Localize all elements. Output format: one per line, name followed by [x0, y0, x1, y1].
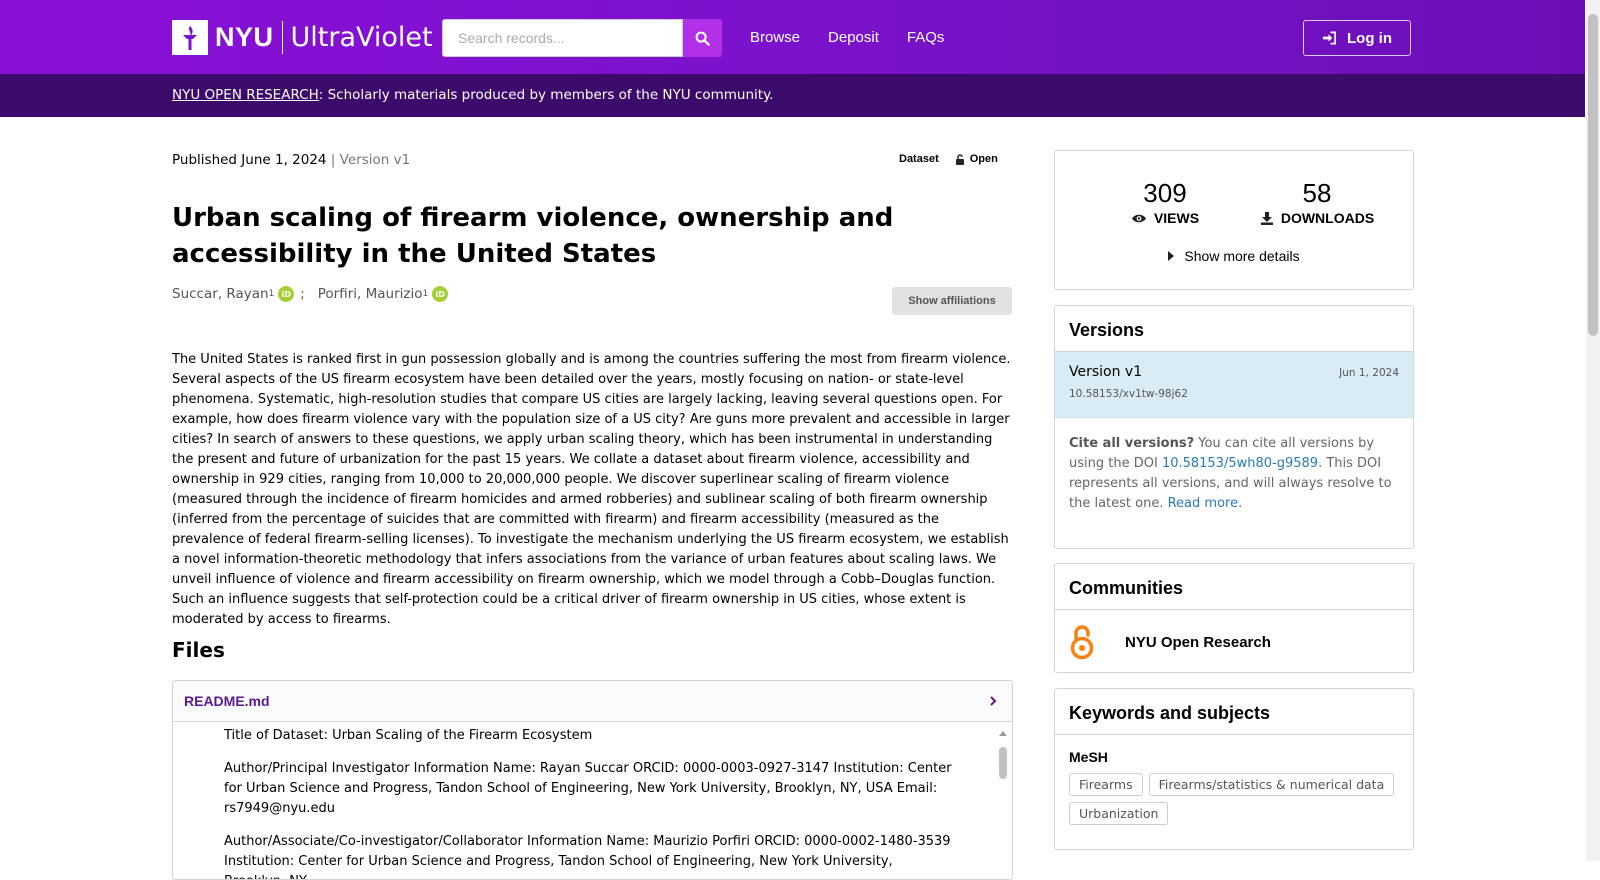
- logo-divider: [281, 21, 283, 54]
- nav-faqs[interactable]: FAQs: [907, 29, 945, 46]
- concept-doi-link[interactable]: 10.58153/5wh80-g9589: [1162, 456, 1318, 471]
- readme-preview: README.md Title of Dataset: Urban Scalin…: [172, 680, 1013, 880]
- record-tags: Dataset Open: [899, 153, 998, 165]
- nav-deposit[interactable]: Deposit: [828, 29, 879, 46]
- logo-product-text: UltraViolet: [290, 22, 433, 53]
- chevron-right-icon[interactable]: [988, 695, 998, 707]
- downloads-label: DOWNLOADS: [1280, 210, 1375, 226]
- caret-right-icon: [1168, 251, 1175, 261]
- community-banner: NYU OPEN RESEARCH: Scholarly materials p…: [0, 74, 1585, 117]
- readme-line: Title of Dataset: Urban Scaling of the F…: [224, 728, 593, 743]
- community-name[interactable]: NYU Open Research: [1125, 634, 1271, 651]
- readme-scroll-thumb[interactable]: [999, 747, 1007, 779]
- scroll-up-arrow-icon[interactable]: [999, 731, 1007, 736]
- affiliation-marker: 1: [422, 289, 429, 299]
- version-item[interactable]: Version v1 Jun 1, 2024 10.58153/xv1tw-98…: [1055, 352, 1413, 418]
- search-input[interactable]: [442, 19, 683, 57]
- files-heading: Files: [172, 638, 225, 662]
- search-button[interactable]: [683, 19, 722, 57]
- mesh-subheading: MeSH: [1069, 749, 1108, 765]
- record-abstract: The United States is ranked first in gun…: [172, 352, 1011, 627]
- community-link[interactable]: NYU OPEN RESEARCH: [172, 87, 319, 103]
- author-name[interactable]: Succar, Rayan: [172, 286, 269, 302]
- site-logo[interactable]: NYU UltraViolet: [172, 20, 433, 55]
- search-bar: [442, 19, 722, 57]
- communities-card: Communities NYU Open Research: [1054, 563, 1414, 673]
- affiliation-marker: 1: [268, 289, 275, 299]
- page-scrollbar[interactable]: [1586, 0, 1600, 861]
- nav-browse[interactable]: Browse: [750, 29, 800, 46]
- readme-line: Author/Principal Investigator Informatio…: [224, 761, 952, 816]
- readme-header[interactable]: README.md: [173, 681, 1012, 722]
- orcid-icon[interactable]: iD: [278, 286, 295, 302]
- author-separator: ;: [300, 286, 305, 302]
- logo-nyu-text: NYU: [215, 22, 274, 52]
- keywords-heading: Keywords and subjects: [1055, 689, 1413, 735]
- show-affiliations-button[interactable]: Show affiliations: [892, 287, 1012, 315]
- views-count: 309: [1143, 178, 1187, 208]
- keyword-chips: Firearms Firearms/statistics & numerical…: [1055, 773, 1413, 825]
- sign-in-icon: [1322, 31, 1336, 45]
- login-label: Log in: [1347, 29, 1392, 47]
- read-more-link[interactable]: Read more: [1168, 496, 1238, 511]
- page-scroll-thumb[interactable]: [1588, 14, 1598, 336]
- views-label: VIEWS: [1153, 210, 1200, 226]
- eye-icon: [1131, 214, 1146, 222]
- keyword-chip[interactable]: Firearms: [1069, 773, 1143, 796]
- community-banner-text: : Scholarly materials produced by member…: [318, 87, 774, 103]
- version-item-doi: 10.58153/xv1tw-98j62: [1069, 388, 1188, 400]
- author-name[interactable]: Porfiri, Maurizio: [318, 286, 423, 302]
- cite-all-versions: Cite all versions? You can cite all vers…: [1069, 436, 1392, 511]
- unlock-icon: [955, 153, 964, 165]
- versions-heading: Versions: [1055, 306, 1413, 352]
- orcid-icon[interactable]: iD: [432, 286, 449, 302]
- versions-card: Versions Version v1 Jun 1, 2024 10.58153…: [1054, 305, 1414, 549]
- main-nav: Browse Deposit FAQs: [750, 29, 944, 46]
- search-icon: [695, 31, 710, 46]
- downloads-stat: 58 DOWNLOADS: [1247, 178, 1387, 226]
- publication-meta: Published June 1, 2024 | Version v1: [172, 152, 410, 168]
- community-item[interactable]: NYU Open Research: [1055, 610, 1413, 674]
- show-more-details[interactable]: Show more details: [1055, 248, 1413, 264]
- views-stat: 309 VIEWS: [1095, 178, 1235, 226]
- version-label: | Version v1: [326, 152, 411, 168]
- author-list: Succar, Rayan 1 iD; Porfiri, Maurizio 1 iD: [172, 286, 454, 302]
- nyu-torch-logo-icon: [172, 20, 208, 55]
- version-item-date: Jun 1, 2024: [1339, 367, 1399, 379]
- login-button[interactable]: Log in: [1303, 20, 1411, 56]
- readme-filename[interactable]: README.md: [184, 693, 270, 709]
- resource-type-badge: Dataset: [899, 153, 939, 165]
- published-date: Published June 1, 2024: [172, 152, 327, 168]
- downloads-count: 58: [1302, 178, 1332, 208]
- readme-scrollbar[interactable]: [999, 727, 1007, 877]
- open-access-icon: [1070, 625, 1094, 660]
- keywords-card: Keywords and subjects MeSH Firearms Fire…: [1054, 688, 1414, 850]
- top-navbar: NYU UltraViolet Browse Deposit FAQs Log …: [0, 0, 1585, 74]
- communities-heading: Communities: [1055, 564, 1413, 610]
- stats-card: 309 VIEWS 58 DOWNLOADS Show more details: [1054, 150, 1414, 290]
- readme-content: Title of Dataset: Urban Scaling of the F…: [173, 722, 1012, 879]
- access-badge: Open: [955, 153, 998, 165]
- record-title: Urban scaling of firearm violence, owner…: [172, 203, 894, 269]
- keyword-chip[interactable]: Firearms/statistics & numerical data: [1148, 773, 1395, 796]
- download-icon: [1260, 212, 1273, 225]
- keyword-chip[interactable]: Urbanization: [1069, 802, 1169, 825]
- readme-line: Author/Associate/Co-investigator/Collabo…: [224, 834, 951, 879]
